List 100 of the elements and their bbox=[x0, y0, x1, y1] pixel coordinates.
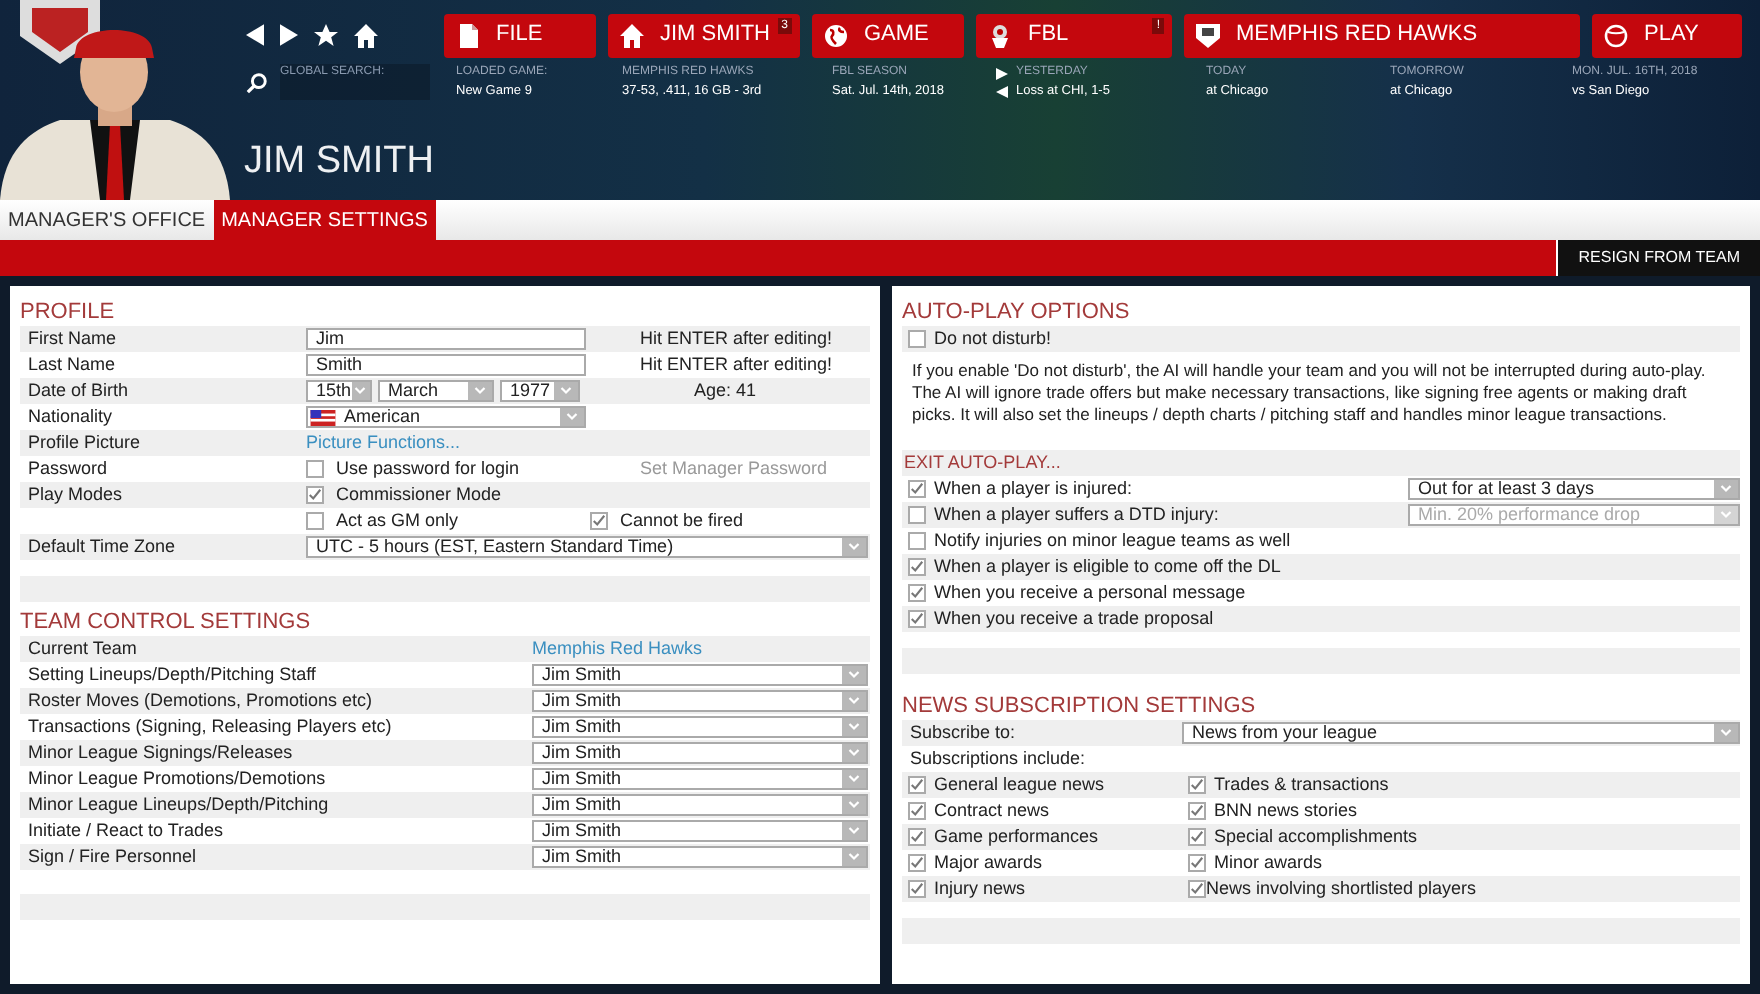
resign-button[interactable]: RESIGN FROM TEAM bbox=[1556, 240, 1760, 276]
menu-button[interactable]: PLAY bbox=[1592, 13, 1742, 57]
checkbox-label: When you receive a trade proposal bbox=[934, 605, 1216, 632]
checkbox-label: Game performances bbox=[934, 823, 1099, 850]
field-label: Minor League Promotions/Demotions bbox=[26, 765, 328, 792]
checkbox[interactable] bbox=[1188, 854, 1206, 872]
field-label: Minor League Lineups/Depth/Pitching bbox=[26, 791, 331, 818]
checkbox[interactable] bbox=[908, 610, 926, 628]
section-title: TEAM CONTROL SETTINGS bbox=[20, 608, 313, 636]
hint-text: Hit ENTER after editing! bbox=[640, 325, 833, 352]
text-field[interactable]: Smith bbox=[306, 354, 586, 376]
checkbox-label: Notify injuries on minor league teams as well bbox=[934, 527, 1293, 554]
month-dropdown[interactable]: March bbox=[378, 380, 494, 402]
checkbox-label: When a player is eligible to come off the DL bbox=[934, 553, 1283, 580]
checkbox[interactable] bbox=[908, 880, 926, 898]
day-dropdown[interactable]: 15th bbox=[306, 380, 372, 402]
field-label: Setting Lineups/Depth/Pitching Staff bbox=[26, 661, 318, 688]
checkbox-label: Trades & transactions bbox=[1214, 771, 1389, 798]
field-label: Play Modes bbox=[26, 481, 125, 508]
checkbox[interactable] bbox=[908, 776, 926, 794]
checkbox[interactable] bbox=[590, 512, 608, 530]
subscribe-dropdown[interactable]: News from your league bbox=[1182, 722, 1740, 744]
chevron-down-icon bbox=[560, 386, 572, 396]
menu-button[interactable]: GAME bbox=[812, 13, 964, 57]
checkbox-label: Major awards bbox=[934, 849, 1043, 876]
checkbox[interactable] bbox=[1188, 802, 1206, 820]
tab[interactable]: MANAGER SETTINGS bbox=[213, 200, 436, 240]
checkbox[interactable] bbox=[1188, 776, 1206, 794]
chevron-down-icon bbox=[848, 800, 860, 810]
checkbox[interactable] bbox=[908, 532, 926, 550]
checkbox-label: Cannot be fired bbox=[620, 507, 744, 534]
checkbox[interactable] bbox=[908, 330, 926, 348]
nationality-dropdown[interactable]: American bbox=[306, 406, 586, 428]
checkbox[interactable] bbox=[1188, 828, 1206, 846]
checkbox-label: Act as GM only bbox=[336, 507, 459, 534]
back-arrow-icon[interactable] bbox=[246, 24, 264, 46]
field-label: Subscribe to: bbox=[908, 719, 1018, 746]
field-label: Nationality bbox=[26, 403, 115, 430]
checkbox[interactable] bbox=[908, 584, 926, 602]
manager-dropdown[interactable]: Jim Smith bbox=[532, 820, 868, 842]
threshold-dropdown[interactable]: Out for at least 3 days bbox=[1408, 478, 1740, 500]
hint-text: Hit ENTER after editing! bbox=[640, 351, 833, 378]
forward-arrow-icon[interactable] bbox=[280, 24, 298, 46]
checkbox-label: When a player suffers a DTD injury: bbox=[934, 501, 1221, 528]
checkbox[interactable] bbox=[306, 460, 324, 478]
home-icon[interactable] bbox=[354, 23, 378, 47]
back-arrow-icon[interactable] bbox=[996, 85, 1008, 98]
checkbox-label: Minor awards bbox=[1214, 849, 1323, 876]
description-text: If you enable 'Do not disturb', the AI will handle your team and you will not be interrupted during auto-play. The AI will ignore trade offers but make necessary transactions, like signing free agents or making draft picks. It will also set the lineups / depth charts / pitching staff and handles minor league transactions. bbox=[910, 358, 1708, 426]
checkbox-label: Do not disturb! bbox=[934, 325, 1052, 352]
field-label: Current Team bbox=[26, 635, 139, 662]
checkbox[interactable] bbox=[1188, 880, 1206, 898]
menu-button[interactable]: FILE bbox=[444, 13, 596, 57]
team-shield-icon bbox=[1196, 23, 1220, 47]
chevron-down-icon bbox=[1720, 484, 1732, 494]
search-icon[interactable] bbox=[246, 72, 268, 94]
chevron-down-icon bbox=[848, 852, 860, 862]
star-icon[interactable] bbox=[314, 23, 338, 47]
checkbox[interactable] bbox=[908, 828, 926, 846]
manager-dropdown[interactable]: Jim Smith bbox=[532, 768, 868, 790]
chevron-down-icon bbox=[848, 826, 860, 836]
chevron-down-icon bbox=[848, 696, 860, 706]
manager-dropdown[interactable]: Jim Smith bbox=[532, 846, 868, 868]
checkbox[interactable] bbox=[908, 802, 926, 820]
checkbox[interactable] bbox=[908, 558, 926, 576]
field-label: Subscriptions include: bbox=[908, 745, 1088, 772]
section-title: NEWS SUBSCRIPTION SETTINGS bbox=[902, 692, 1258, 720]
document-icon bbox=[456, 23, 480, 47]
checkbox[interactable] bbox=[306, 512, 324, 530]
flag-icon bbox=[310, 409, 336, 425]
menu-button[interactable]: MEMPHIS RED HAWKS bbox=[1184, 13, 1580, 57]
chevron-down-icon bbox=[1720, 510, 1732, 520]
checkbox[interactable] bbox=[908, 480, 926, 498]
tab[interactable]: MANAGER'S OFFICE bbox=[0, 200, 214, 240]
field-label: First Name bbox=[26, 325, 119, 352]
home-icon bbox=[620, 23, 644, 47]
manager-dropdown[interactable]: Jim Smith bbox=[532, 794, 868, 816]
field-label: Initiate / React to Trades bbox=[26, 817, 226, 844]
chevron-down-icon bbox=[848, 748, 860, 758]
time-zone-dropdown[interactable]: UTC - 5 hours (EST, Eastern Standard Time) bbox=[306, 536, 868, 558]
manager-dropdown[interactable]: Jim Smith bbox=[532, 664, 868, 686]
checkbox[interactable] bbox=[908, 854, 926, 872]
field-label: Transactions (Signing, Releasing Players etc) bbox=[26, 713, 394, 740]
league-logo-icon bbox=[988, 23, 1012, 47]
text-field[interactable]: Jim bbox=[306, 328, 586, 350]
checkbox[interactable] bbox=[306, 486, 324, 504]
checkbox-label: Commissioner Mode bbox=[336, 481, 502, 508]
field-label: Password bbox=[26, 455, 110, 482]
play-arrow-icon[interactable] bbox=[996, 67, 1008, 79]
globe-icon bbox=[824, 23, 848, 47]
manager-dropdown[interactable]: Jim Smith bbox=[532, 742, 868, 764]
manager-dropdown[interactable]: Jim Smith bbox=[532, 690, 868, 712]
manager-dropdown[interactable]: Jim Smith bbox=[532, 716, 868, 738]
checkbox-label: When a player is injured: bbox=[934, 475, 1135, 502]
field-label: Profile Picture bbox=[26, 429, 143, 456]
chevron-down-icon bbox=[566, 412, 578, 422]
subsection-title: EXIT AUTO-PLAY... bbox=[902, 449, 1061, 476]
year-dropdown[interactable]: 1977 bbox=[500, 380, 580, 402]
checkbox[interactable] bbox=[908, 506, 926, 524]
chevron-down-icon bbox=[848, 722, 860, 732]
